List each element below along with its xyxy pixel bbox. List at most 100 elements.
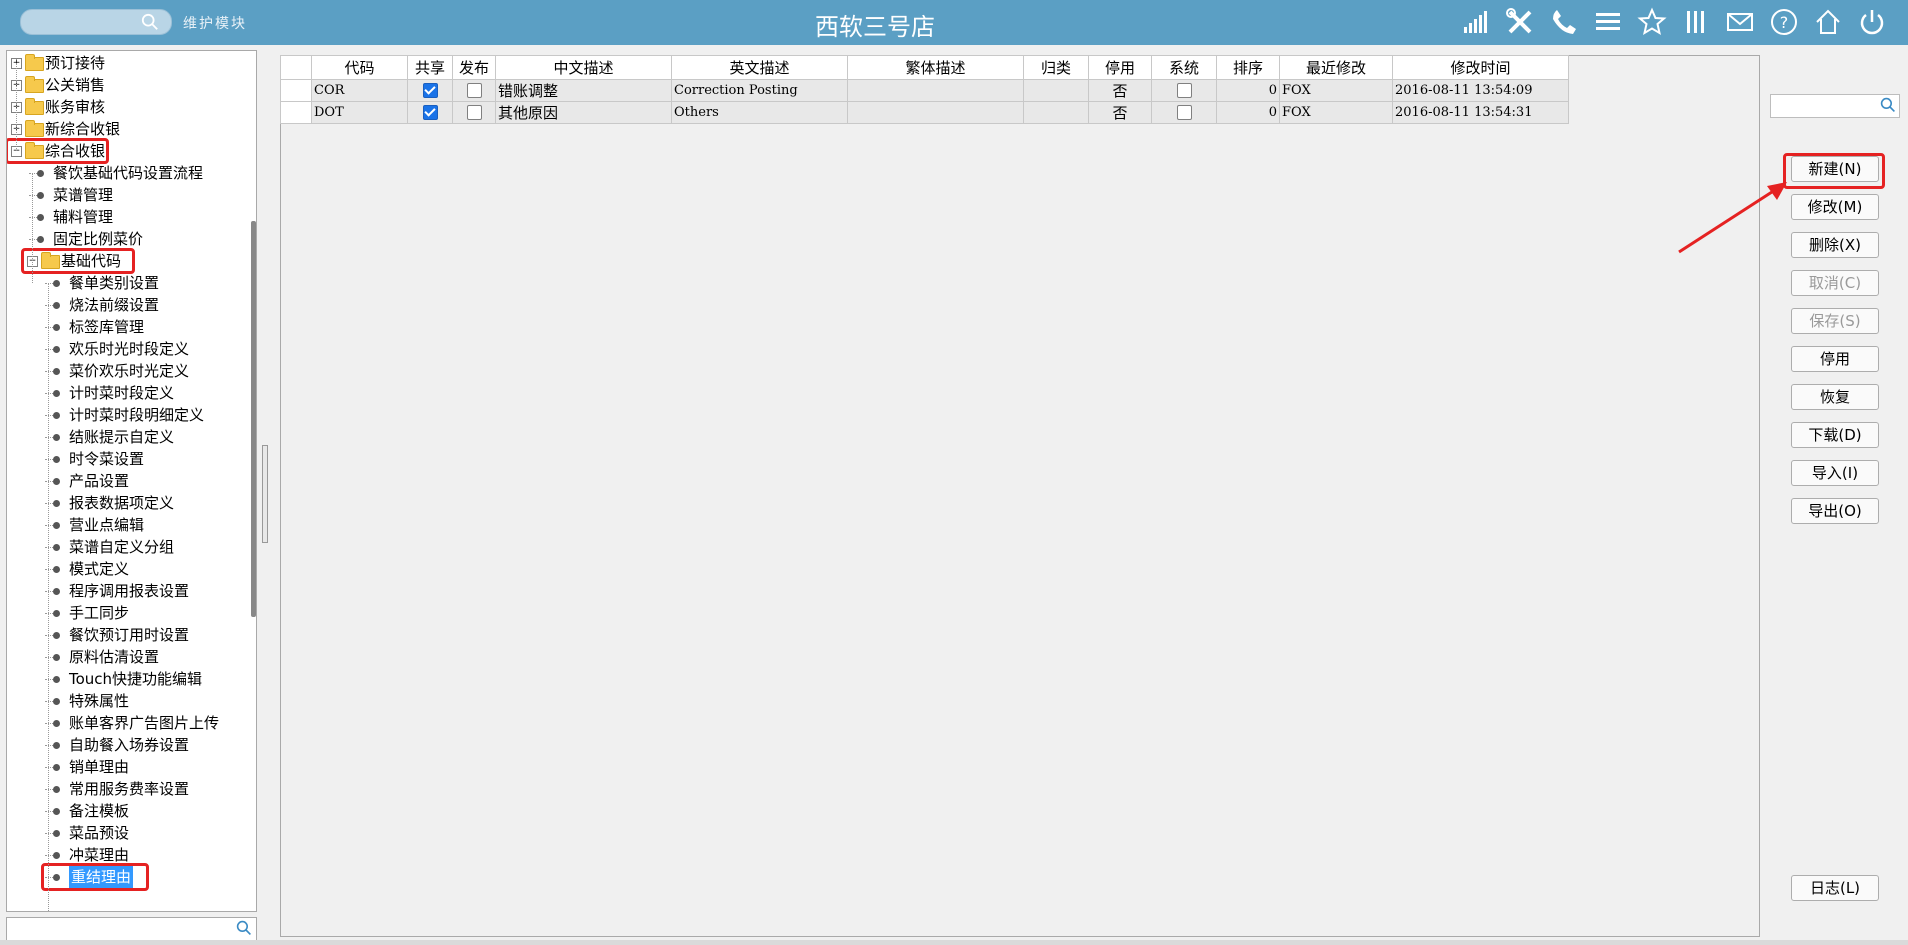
export-button[interactable]: 导出(O) [1791, 498, 1879, 524]
tree-leaf-node[interactable]: 计时菜时段明细定义 [7, 404, 247, 426]
tree-leaf-node[interactable]: 标签库管理 [7, 316, 247, 338]
tree-leaf-node[interactable]: 菜品预设 [7, 822, 247, 844]
tree-leaf-node[interactable]: Touch快捷功能编辑 [7, 668, 247, 690]
star-icon[interactable] [1636, 6, 1668, 38]
columns-icon[interactable] [1680, 6, 1712, 38]
tree-leaf-node[interactable]: 餐饮预订用时设置 [7, 624, 247, 646]
tree-leaf-node[interactable]: 自助餐入场券设置 [7, 734, 247, 756]
column-header[interactable]: 英文描述 [671, 55, 848, 80]
table-row[interactable]: COR 错账调整 Correction Posting 否 0 FOX 2016… [280, 79, 1569, 102]
en-desc-cell[interactable]: Others [671, 101, 848, 124]
tree-folder-node[interactable]: + 新综合收银 [7, 118, 247, 140]
edit-button[interactable]: 修改(M) [1791, 194, 1879, 220]
global-search-input[interactable] [20, 9, 172, 35]
tree-leaf-node[interactable]: 营业点编辑 [7, 514, 247, 536]
tree-folder-node[interactable]: + 公关销售 [7, 74, 247, 96]
published-cell[interactable] [452, 101, 496, 124]
import-button[interactable]: 导入(I) [1791, 460, 1879, 486]
tree-leaf-node[interactable]: 餐单类别设置 [7, 272, 247, 294]
tree-leaf-node[interactable]: 常用服务费率设置 [7, 778, 247, 800]
system-checkbox[interactable] [1176, 83, 1192, 98]
published-checkbox[interactable] [466, 105, 482, 120]
column-header[interactable]: 停用 [1088, 55, 1152, 80]
category-cell[interactable] [1023, 101, 1089, 124]
tree-folder-node[interactable]: − 基础代码 [7, 248, 247, 274]
disabled-cell[interactable]: 否 [1088, 101, 1152, 124]
row-indicator[interactable] [280, 79, 312, 102]
tree-leaf-node[interactable]: 菜价欢乐时光定义 [7, 360, 247, 382]
column-header[interactable]: 修改时间 [1392, 55, 1569, 80]
tree-leaf-node[interactable]: 辅料管理 [7, 206, 247, 228]
new-button[interactable]: 新建(N) [1791, 156, 1879, 182]
shared-checkbox[interactable] [422, 105, 438, 120]
tree-leaf-node[interactable]: 账单客界广告图片上传 [7, 712, 247, 734]
tree-leaf-node[interactable]: 备注模板 [7, 800, 247, 822]
tools-icon[interactable] [1504, 6, 1536, 38]
shared-cell[interactable] [407, 101, 453, 124]
tree-leaf-node[interactable]: 计时菜时段定义 [7, 382, 247, 404]
en-desc-cell[interactable]: Correction Posting [671, 79, 848, 102]
disable-button[interactable]: 停用 [1791, 346, 1879, 372]
cn-desc-cell[interactable]: 错账调整 [495, 79, 672, 102]
power-icon[interactable] [1856, 6, 1888, 38]
mail-icon[interactable] [1724, 6, 1756, 38]
tree-vertical-scrollbar[interactable] [251, 221, 256, 617]
navigation-tree[interactable]: + 预订接待 + 公关销售 + 账务审核 + 新综合收银 − 综合收银 餐饮基础代码设置流程 菜谱管理… [6, 50, 257, 912]
sort-cell[interactable]: 0 [1216, 79, 1280, 102]
column-header[interactable]: 排序 [1216, 55, 1280, 80]
code-cell[interactable]: COR [311, 79, 408, 102]
tree-leaf-node[interactable]: 手工同步 [7, 602, 247, 624]
column-header[interactable]: 共享 [407, 55, 453, 80]
column-header[interactable]: 代码 [311, 55, 408, 80]
tree-leaf-node[interactable]: 菜谱管理 [7, 184, 247, 206]
delete-button[interactable]: 删除(X) [1791, 232, 1879, 258]
save-button[interactable]: 保存(S) [1791, 308, 1879, 334]
panel-splitter[interactable] [262, 445, 268, 543]
tree-leaf-node[interactable]: 欢乐时光时段定义 [7, 338, 247, 360]
shared-checkbox[interactable] [422, 83, 438, 98]
tw-desc-cell[interactable] [847, 79, 1024, 102]
system-cell[interactable] [1151, 101, 1217, 124]
row-indicator[interactable] [280, 101, 312, 124]
tree-leaf-node[interactable]: 餐饮基础代码设置流程 [7, 162, 247, 184]
tree-leaf-node[interactable]: 报表数据项定义 [7, 492, 247, 514]
column-header[interactable]: 发布 [452, 55, 496, 80]
sort-cell[interactable]: 0 [1216, 101, 1280, 124]
column-header[interactable]: 系统 [1151, 55, 1217, 80]
column-header[interactable]: 繁体描述 [847, 55, 1024, 80]
modified-time-cell[interactable]: 2016-08-11 13:54:09 [1392, 79, 1569, 102]
disabled-cell[interactable]: 否 [1088, 79, 1152, 102]
system-cell[interactable] [1151, 79, 1217, 102]
tree-leaf-node[interactable]: 重结理由 [7, 863, 247, 891]
tree-leaf-node[interactable]: 程序调用报表设置 [7, 580, 247, 602]
tree-leaf-node[interactable]: 固定比例菜价 [7, 228, 247, 250]
tree-leaf-node[interactable]: 烧法前缀设置 [7, 294, 247, 316]
modifier-cell[interactable]: FOX [1279, 79, 1393, 102]
table-row[interactable]: DOT 其他原因 Others 否 0 FOX 2016-08-11 13:54… [280, 101, 1569, 124]
system-checkbox[interactable] [1176, 105, 1192, 120]
tree-leaf-node[interactable]: 特殊属性 [7, 690, 247, 712]
tw-desc-cell[interactable] [847, 101, 1024, 124]
restore-button[interactable]: 恢复 [1791, 384, 1879, 410]
cn-desc-cell[interactable]: 其他原因 [495, 101, 672, 124]
menu-icon[interactable] [1592, 6, 1624, 38]
tree-folder-node[interactable]: + 预订接待 [7, 52, 247, 74]
signal-icon[interactable] [1460, 6, 1492, 38]
tree-leaf-node[interactable]: 产品设置 [7, 470, 247, 492]
log-button[interactable]: 日志(L) [1791, 875, 1879, 901]
published-cell[interactable] [452, 79, 496, 102]
column-header[interactable]: 归类 [1023, 55, 1089, 80]
tree-leaf-node[interactable]: 原料估清设置 [7, 646, 247, 668]
column-header[interactable]: 最近修改 [1279, 55, 1393, 80]
category-cell[interactable] [1023, 79, 1089, 102]
cancel-button[interactable]: 取消(C) [1791, 270, 1879, 296]
tree-search-input[interactable] [6, 917, 257, 941]
data-grid[interactable]: 代码 共享 发布 中文描述 英文描述 繁体描述 归类 停用 系统 排序 最近修改… [280, 55, 1569, 124]
home-icon[interactable] [1812, 6, 1844, 38]
published-checkbox[interactable] [466, 83, 482, 98]
search-icon[interactable] [141, 13, 159, 31]
help-icon[interactable]: ? [1768, 6, 1800, 38]
grid-search-input[interactable] [1770, 94, 1900, 118]
tree-folder-node[interactable]: + 账务审核 [7, 96, 247, 118]
shared-cell[interactable] [407, 79, 453, 102]
